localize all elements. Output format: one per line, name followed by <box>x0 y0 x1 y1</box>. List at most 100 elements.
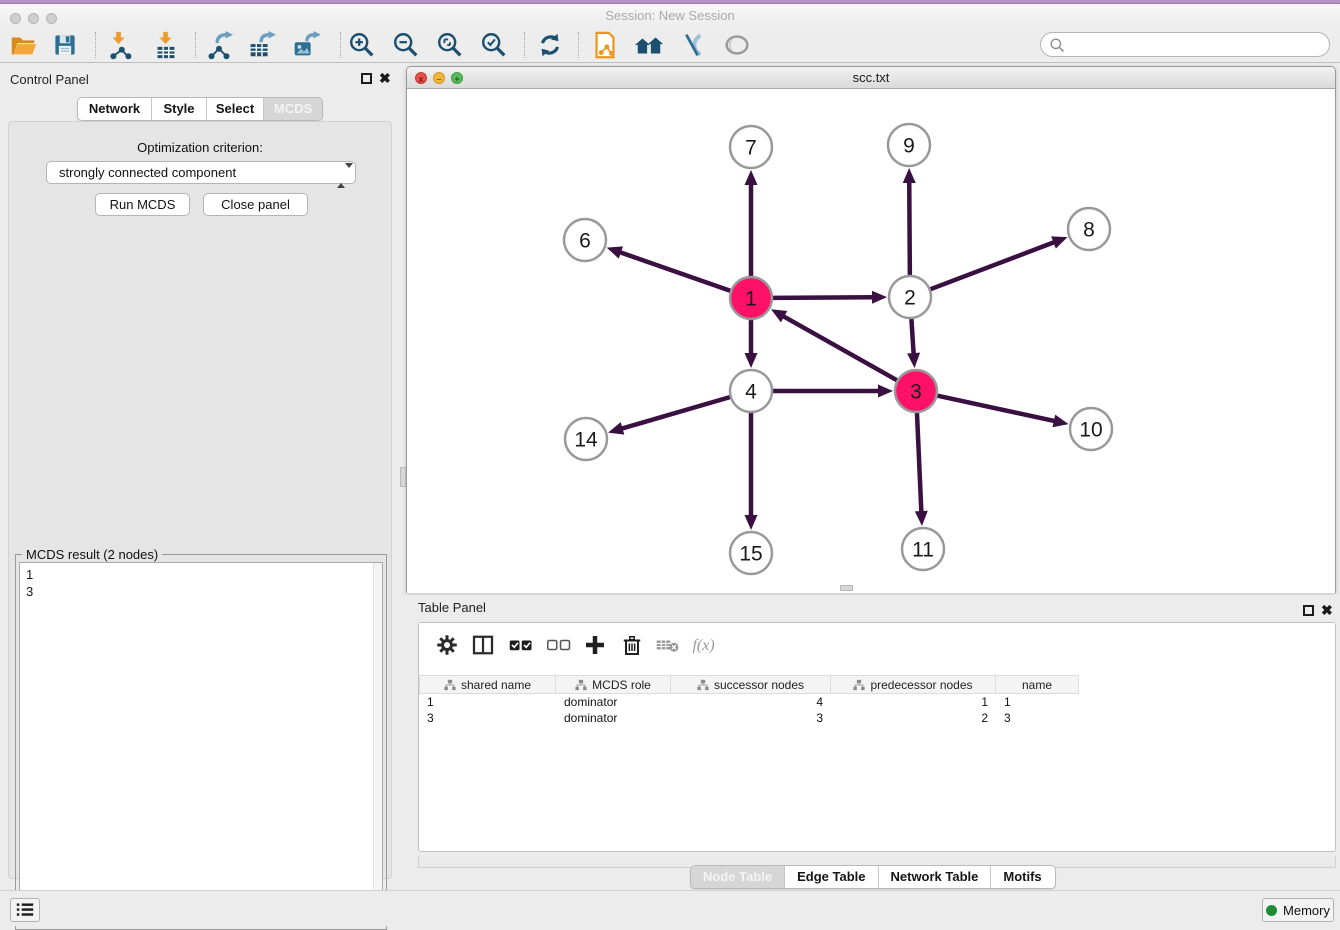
network-window-titlebar[interactable]: x – + scc.txt <box>407 67 1335 89</box>
zoom-fit-icon[interactable] <box>433 30 467 60</box>
graph-edge-2-8[interactable] <box>931 242 1056 289</box>
delete-table-icon[interactable] <box>652 629 684 661</box>
hide-icon[interactable] <box>675 30 709 60</box>
result-scrollbar[interactable] <box>373 563 382 925</box>
graph-edge-3-11[interactable] <box>917 413 921 513</box>
toolbar-separator <box>578 32 579 58</box>
table-panel-title: Table Panel <box>418 600 486 615</box>
table-row[interactable]: 1dominator411 <box>419 694 1335 710</box>
graph-edge-arrowhead <box>745 515 758 530</box>
table-cell[interactable]: 3 <box>419 710 556 726</box>
column-header-successor-nodes[interactable]: successor nodes <box>671 675 831 694</box>
table-cell[interactable]: 1 <box>419 694 556 710</box>
float-panel-icon[interactable] <box>361 73 372 84</box>
network-canvas[interactable]: 7968124314101511 <box>407 89 1335 593</box>
tab-style[interactable]: Style <box>152 98 207 120</box>
horizontal-divider-handle[interactable] <box>840 585 853 591</box>
graph-node-label-15: 15 <box>739 542 762 565</box>
graph-node-label-1: 1 <box>745 287 757 310</box>
table-cell[interactable]: 1 <box>831 694 996 710</box>
table-toolbar: f(x) <box>419 623 1335 667</box>
export-table-icon[interactable] <box>244 30 278 60</box>
eye-icon[interactable] <box>720 30 754 60</box>
graph-edge-3-10[interactable] <box>937 396 1055 422</box>
import-network-icon[interactable] <box>102 30 136 60</box>
table-cell[interactable]: dominator <box>556 694 671 710</box>
graph-edge-arrowhead <box>607 246 623 258</box>
memory-button[interactable]: Memory <box>1262 898 1334 922</box>
graph-edge-arrowhead <box>745 353 758 368</box>
table-cell[interactable]: 3 <box>671 710 831 726</box>
search-field[interactable] <box>1040 32 1330 57</box>
graph-edge-arrowhead <box>907 353 920 368</box>
delete-icon[interactable] <box>616 629 648 661</box>
toolbar-separator <box>195 32 196 58</box>
select-all-icon[interactable] <box>505 629 537 661</box>
graph-edge-3-1[interactable] <box>782 316 896 381</box>
table-cell[interactable]: 2 <box>831 710 996 726</box>
tab-select[interactable]: Select <box>207 98 264 120</box>
graph-edge-2-3[interactable] <box>911 319 913 355</box>
float-table-panel-icon[interactable] <box>1303 605 1314 616</box>
home-icon[interactable] <box>632 30 666 60</box>
open-session-icon[interactable] <box>6 30 40 60</box>
task-history-button[interactable] <box>10 898 40 922</box>
run-mcds-button[interactable]: Run MCDS <box>95 193 190 216</box>
graph-edge-arrowhead <box>915 511 928 526</box>
graph-node-label-10: 10 <box>1079 418 1102 441</box>
export-network-icon[interactable] <box>202 30 236 60</box>
save-session-icon[interactable] <box>48 30 82 60</box>
toolbar-separator <box>340 32 341 58</box>
tab-edge-table[interactable]: Edge Table <box>785 866 878 888</box>
tab-motifs[interactable]: Motifs <box>991 866 1053 888</box>
column-header-MCDS-role[interactable]: MCDS role <box>556 675 671 694</box>
open-network-file-icon[interactable] <box>588 30 622 60</box>
network-graph[interactable]: 7968124314101511 <box>407 89 1335 593</box>
table-panel-tabs: Node TableEdge TableNetwork TableMotifs <box>690 865 1056 889</box>
tab-node-table[interactable]: Node Table <box>691 866 785 888</box>
column-header-shared-name[interactable]: shared name <box>419 675 556 694</box>
app-titlebar: Session: New Session <box>0 4 1340 27</box>
zoom-out-icon[interactable] <box>389 30 423 60</box>
close-panel-button[interactable]: Close panel <box>203 193 308 216</box>
table-cell[interactable]: dominator <box>556 710 671 726</box>
table-row[interactable]: 3dominator323 <box>419 710 1335 726</box>
tab-network[interactable]: Network <box>78 98 152 120</box>
export-image-icon[interactable] <box>288 30 322 60</box>
zoom-in-icon[interactable] <box>345 30 379 60</box>
graph-edge-arrowhead <box>872 291 887 304</box>
tab-network-table[interactable]: Network Table <box>879 866 992 888</box>
vertical-divider-handle[interactable] <box>400 467 406 487</box>
column-label: MCDS role <box>592 678 651 692</box>
add-icon[interactable] <box>579 629 611 661</box>
gear-icon[interactable] <box>431 629 463 661</box>
search-input[interactable] <box>1071 35 1321 54</box>
main-toolbar <box>0 27 1340 63</box>
column-label: predecessor nodes <box>870 678 972 692</box>
refresh-icon[interactable] <box>533 30 567 60</box>
graph-edge-1-2[interactable] <box>773 297 874 298</box>
graph-edge-1-6[interactable] <box>619 252 730 291</box>
function-builder-icon[interactable]: f(x) <box>691 629 723 661</box>
graph-edge-arrowhead <box>745 170 758 185</box>
control-panel-tabs: NetworkStyleSelectMCDS <box>77 97 323 121</box>
deselect-all-icon[interactable] <box>543 629 575 661</box>
zoom-selected-icon[interactable] <box>477 30 511 60</box>
criterion-dropdown[interactable]: strongly connected component <box>46 161 356 184</box>
close-panel-icon[interactable]: ✖ <box>379 70 391 86</box>
column-label: successor nodes <box>714 678 804 692</box>
table-cell[interactable]: 1 <box>996 694 1079 710</box>
table-cell[interactable]: 3 <box>996 710 1079 726</box>
graph-edge-4-14[interactable] <box>621 397 730 429</box>
close-table-panel-icon[interactable]: ✖ <box>1321 602 1333 618</box>
graph-edge-2-9[interactable] <box>909 181 910 275</box>
tab-mcds[interactable]: MCDS <box>264 98 322 120</box>
import-table-icon[interactable] <box>149 30 183 60</box>
graph-node-label-9: 9 <box>903 134 915 157</box>
column-header-name[interactable]: name <box>996 675 1079 694</box>
column-header-predecessor-nodes[interactable]: predecessor nodes <box>831 675 996 694</box>
hierarchy-icon <box>444 679 456 691</box>
mcds-result-text[interactable]: 1 3 <box>19 562 383 926</box>
table-cell[interactable]: 4 <box>671 694 831 710</box>
columns-icon[interactable] <box>467 629 499 661</box>
